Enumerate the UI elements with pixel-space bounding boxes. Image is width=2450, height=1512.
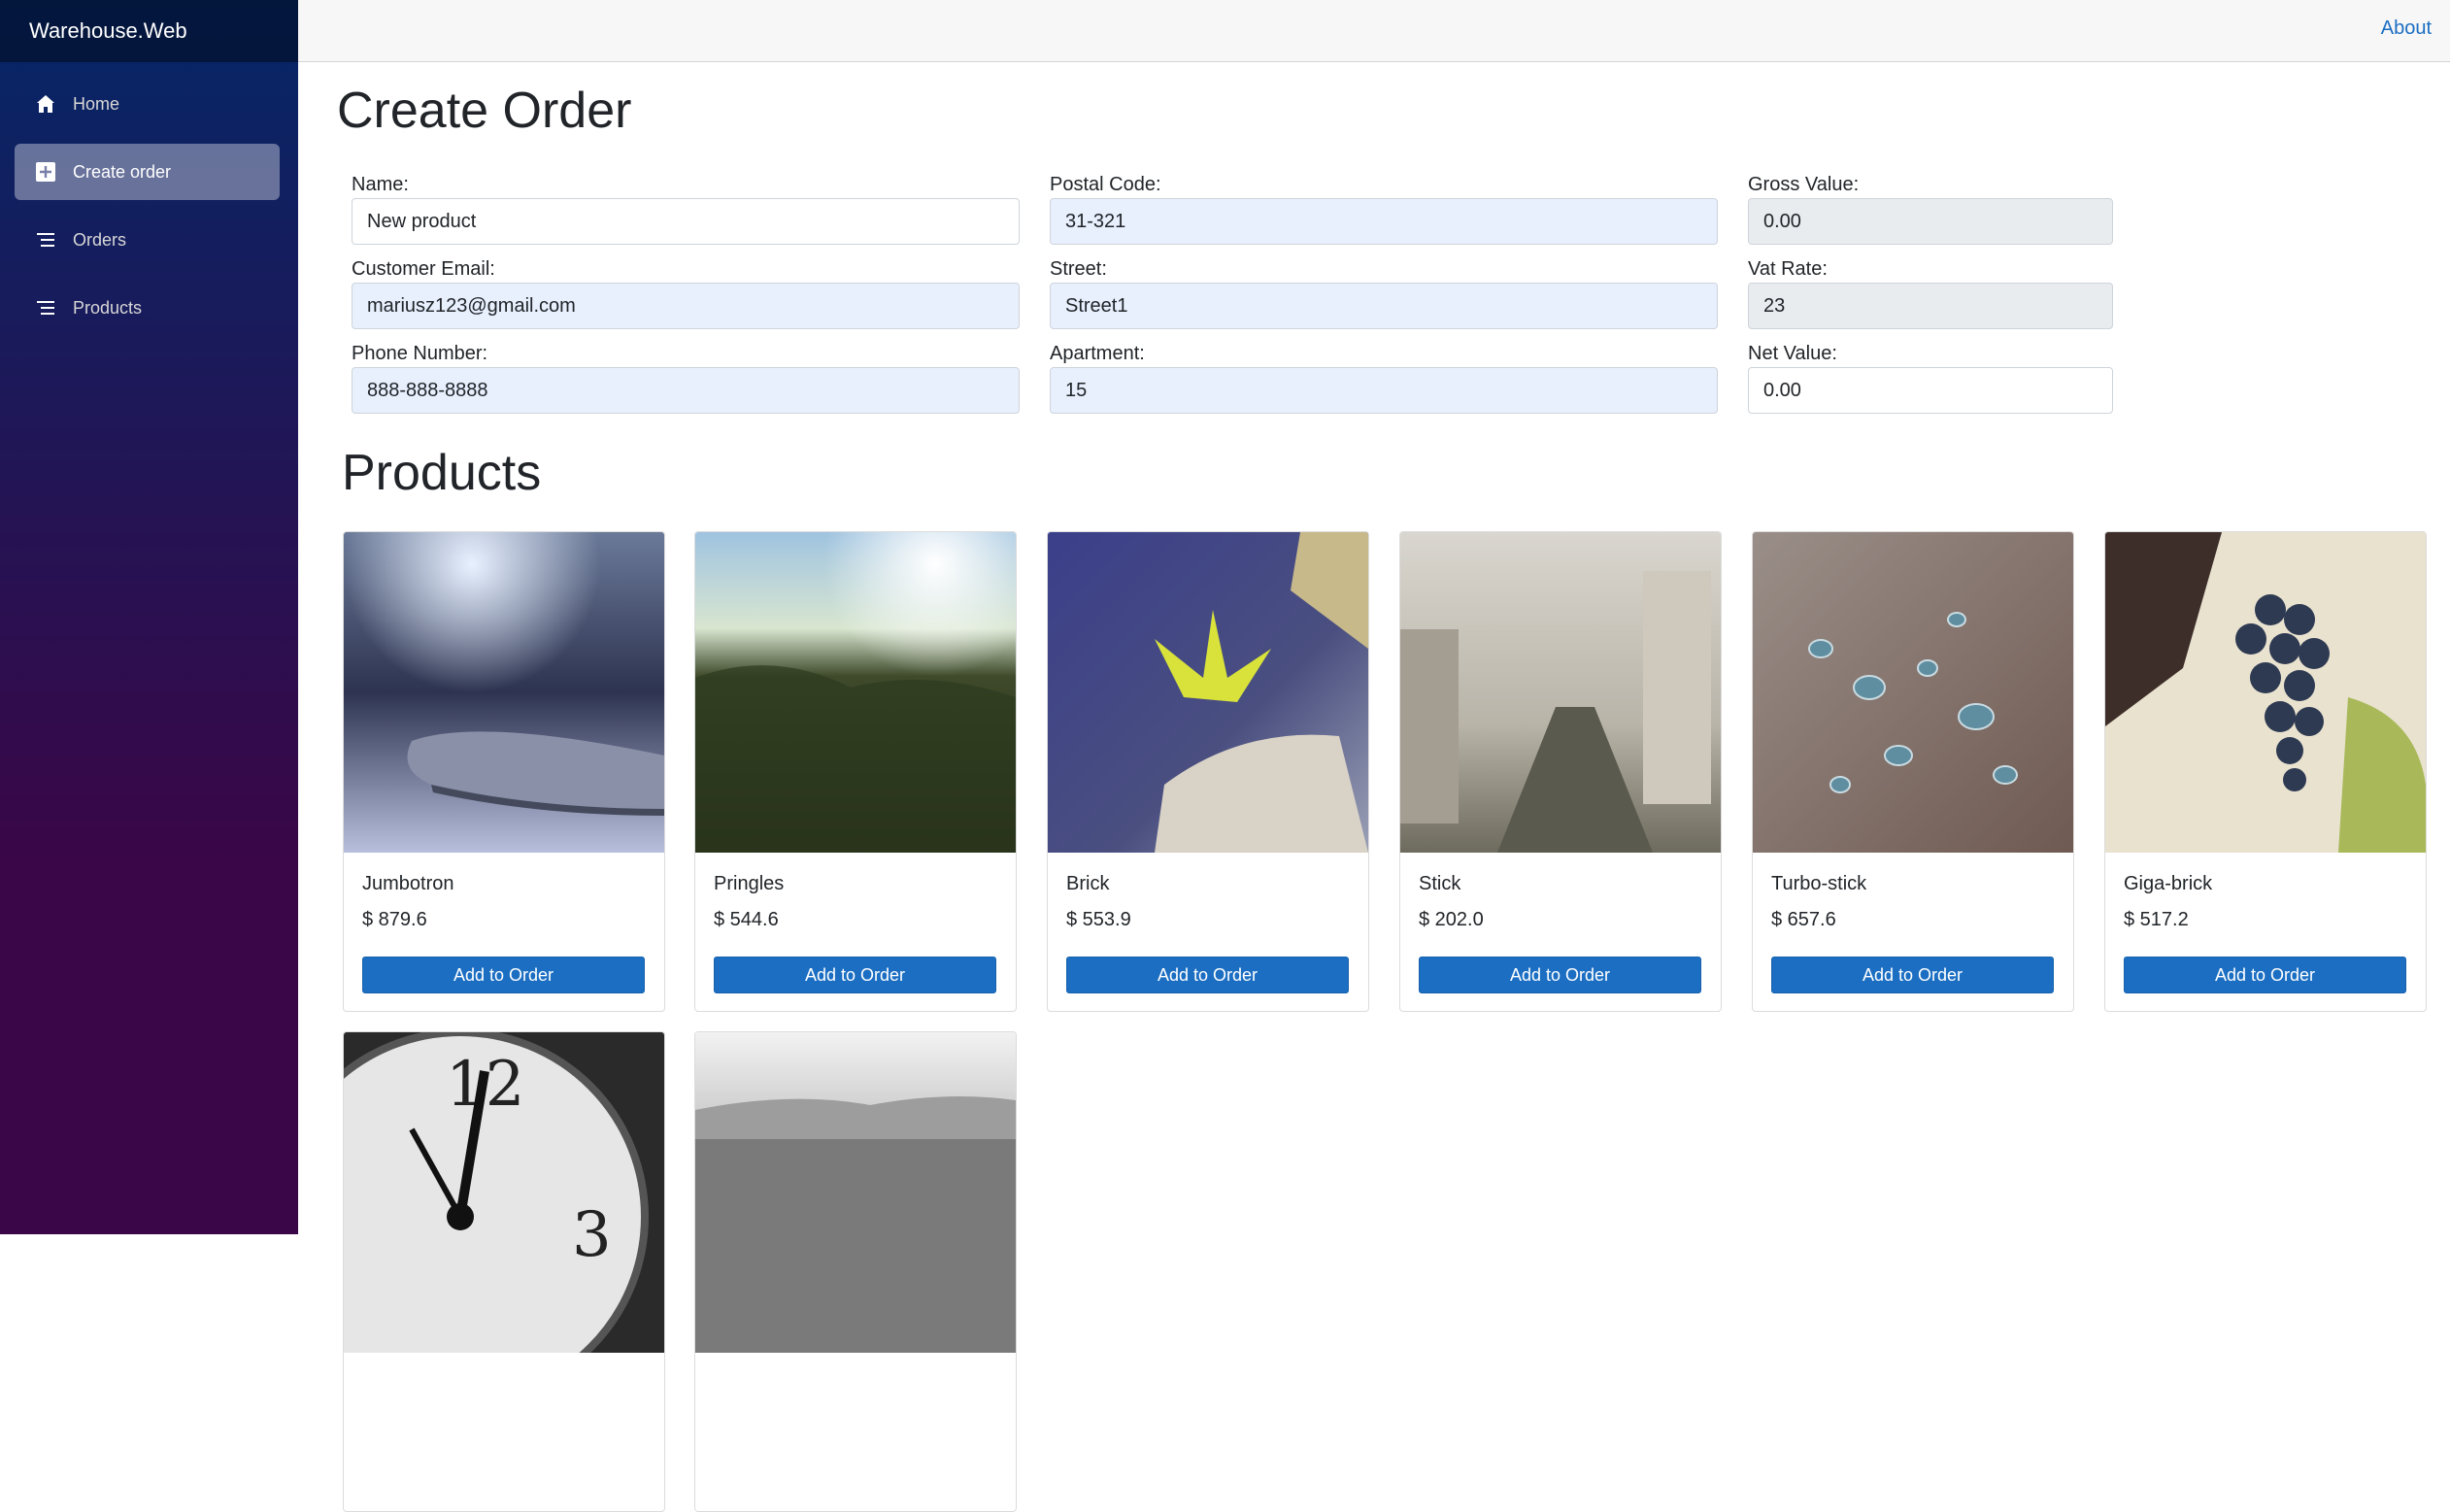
product-name: Pringles: [714, 873, 785, 894]
home-icon: [34, 92, 57, 116]
vat-field-group: Vat Rate:: [1748, 255, 2113, 329]
product-price: $ 544.6: [714, 909, 779, 930]
product-price: $ 202.0: [1419, 909, 1484, 930]
product-card: Brick $ 553.9 Add to Order: [1047, 531, 1369, 1012]
postal-label: Postal Code:: [1050, 174, 1161, 195]
products-heading: Products: [342, 445, 542, 501]
add-to-order-button[interactable]: Add to Order: [362, 957, 645, 993]
list-icon: [34, 228, 57, 252]
product-card: 12 3: [343, 1031, 665, 1512]
rainy-city-photo: [1400, 532, 1721, 853]
city-landscape-photo: [695, 1032, 1016, 1353]
street-field-group: Street:: [1050, 255, 1718, 329]
product-price: $ 657.6: [1771, 909, 1836, 930]
nav-item-products[interactable]: Products: [15, 280, 280, 336]
clock-photo: 12 3: [344, 1032, 664, 1353]
product-card: Giga-brick $ 517.2 Add to Order: [2104, 531, 2427, 1012]
add-to-order-button[interactable]: Add to Order: [714, 957, 996, 993]
vat-label: Vat Rate:: [1748, 258, 1828, 280]
nav-item-home[interactable]: Home: [15, 76, 280, 132]
product-name: Stick: [1419, 873, 1461, 894]
email-field-group: Customer Email:: [352, 255, 1020, 329]
net-label: Net Value:: [1748, 343, 1837, 364]
phone-field-group: Phone Number:: [352, 340, 1020, 414]
product-price: $ 553.9: [1066, 909, 1131, 930]
gross-value-input: [1748, 198, 2113, 245]
name-input[interactable]: [352, 198, 1020, 245]
product-name: Brick: [1066, 873, 1110, 894]
nav-item-orders[interactable]: Orders: [15, 212, 280, 268]
product-price: $ 879.6: [362, 909, 427, 930]
product-name: Turbo-stick: [1771, 873, 1867, 894]
name-field-group: Name:: [352, 171, 1020, 245]
phone-label: Phone Number:: [352, 343, 488, 364]
nav-menu: Home Create order Orders Products: [0, 62, 298, 336]
street-label: Street:: [1050, 258, 1107, 280]
product-name: Giga-brick: [2124, 873, 2213, 894]
list-icon: [34, 296, 57, 319]
product-name: Jumbotron: [362, 873, 454, 894]
nav-item-create-order-label: Create order: [73, 161, 172, 182]
nav-item-create-order[interactable]: Create order: [15, 144, 280, 200]
grapes-photo: [2105, 532, 2426, 853]
product-card: Stick $ 202.0 Add to Order: [1399, 531, 1722, 1012]
apartment-label: Apartment:: [1050, 343, 1145, 364]
app-brand[interactable]: Warehouse.Web: [29, 18, 187, 44]
top-row: About: [298, 0, 2450, 62]
product-card: Pringles $ 544.6 Add to Order: [694, 531, 1017, 1012]
gross-label: Gross Value:: [1748, 174, 1860, 195]
product-card: [694, 1031, 1017, 1512]
add-to-order-button[interactable]: Add to Order: [1771, 957, 2054, 993]
gross-field-group: Gross Value:: [1748, 171, 2113, 245]
net-value-input[interactable]: [1748, 367, 2113, 414]
about-link[interactable]: About: [2381, 17, 2432, 40]
name-label: Name:: [352, 174, 409, 195]
product-card: Jumbotron $ 879.6 Add to Order: [343, 531, 665, 1012]
page-title: Create Order: [337, 83, 632, 139]
flower-photo: [1048, 532, 1368, 853]
nav-item-home-label: Home: [73, 93, 120, 114]
apartment-input[interactable]: [1050, 367, 1718, 414]
phone-input[interactable]: [352, 367, 1020, 414]
nav-item-orders-label: Orders: [73, 229, 127, 250]
product-price: $ 517.2: [2124, 909, 2189, 930]
add-to-order-button[interactable]: Add to Order: [1066, 957, 1349, 993]
svg-text:3: 3: [572, 1199, 612, 1271]
email-input[interactable]: [352, 283, 1020, 329]
brand-bar: Warehouse.Web: [0, 0, 298, 62]
postal-input[interactable]: [1050, 198, 1718, 245]
sidebar: Warehouse.Web Home Create order Orders P…: [0, 0, 298, 1234]
add-to-order-button[interactable]: Add to Order: [2124, 957, 2406, 993]
apartment-field-group: Apartment:: [1050, 340, 1718, 414]
email-label: Customer Email:: [352, 258, 495, 280]
main-content: Create Order Name: Customer Email: Phone…: [298, 62, 2450, 1512]
phone-photo: [344, 532, 664, 853]
vat-rate-input: [1748, 283, 2113, 329]
plus-square-icon: [34, 160, 57, 184]
water-drops-photo: [1753, 532, 2073, 853]
grass-photo: [695, 532, 1016, 853]
add-to-order-button[interactable]: Add to Order: [1419, 957, 1701, 993]
nav-item-products-label: Products: [73, 297, 143, 318]
product-card: Turbo-stick $ 657.6 Add to Order: [1752, 531, 2074, 1012]
postal-field-group: Postal Code:: [1050, 171, 1718, 245]
street-input[interactable]: [1050, 283, 1718, 329]
net-field-group: Net Value:: [1748, 340, 2113, 414]
